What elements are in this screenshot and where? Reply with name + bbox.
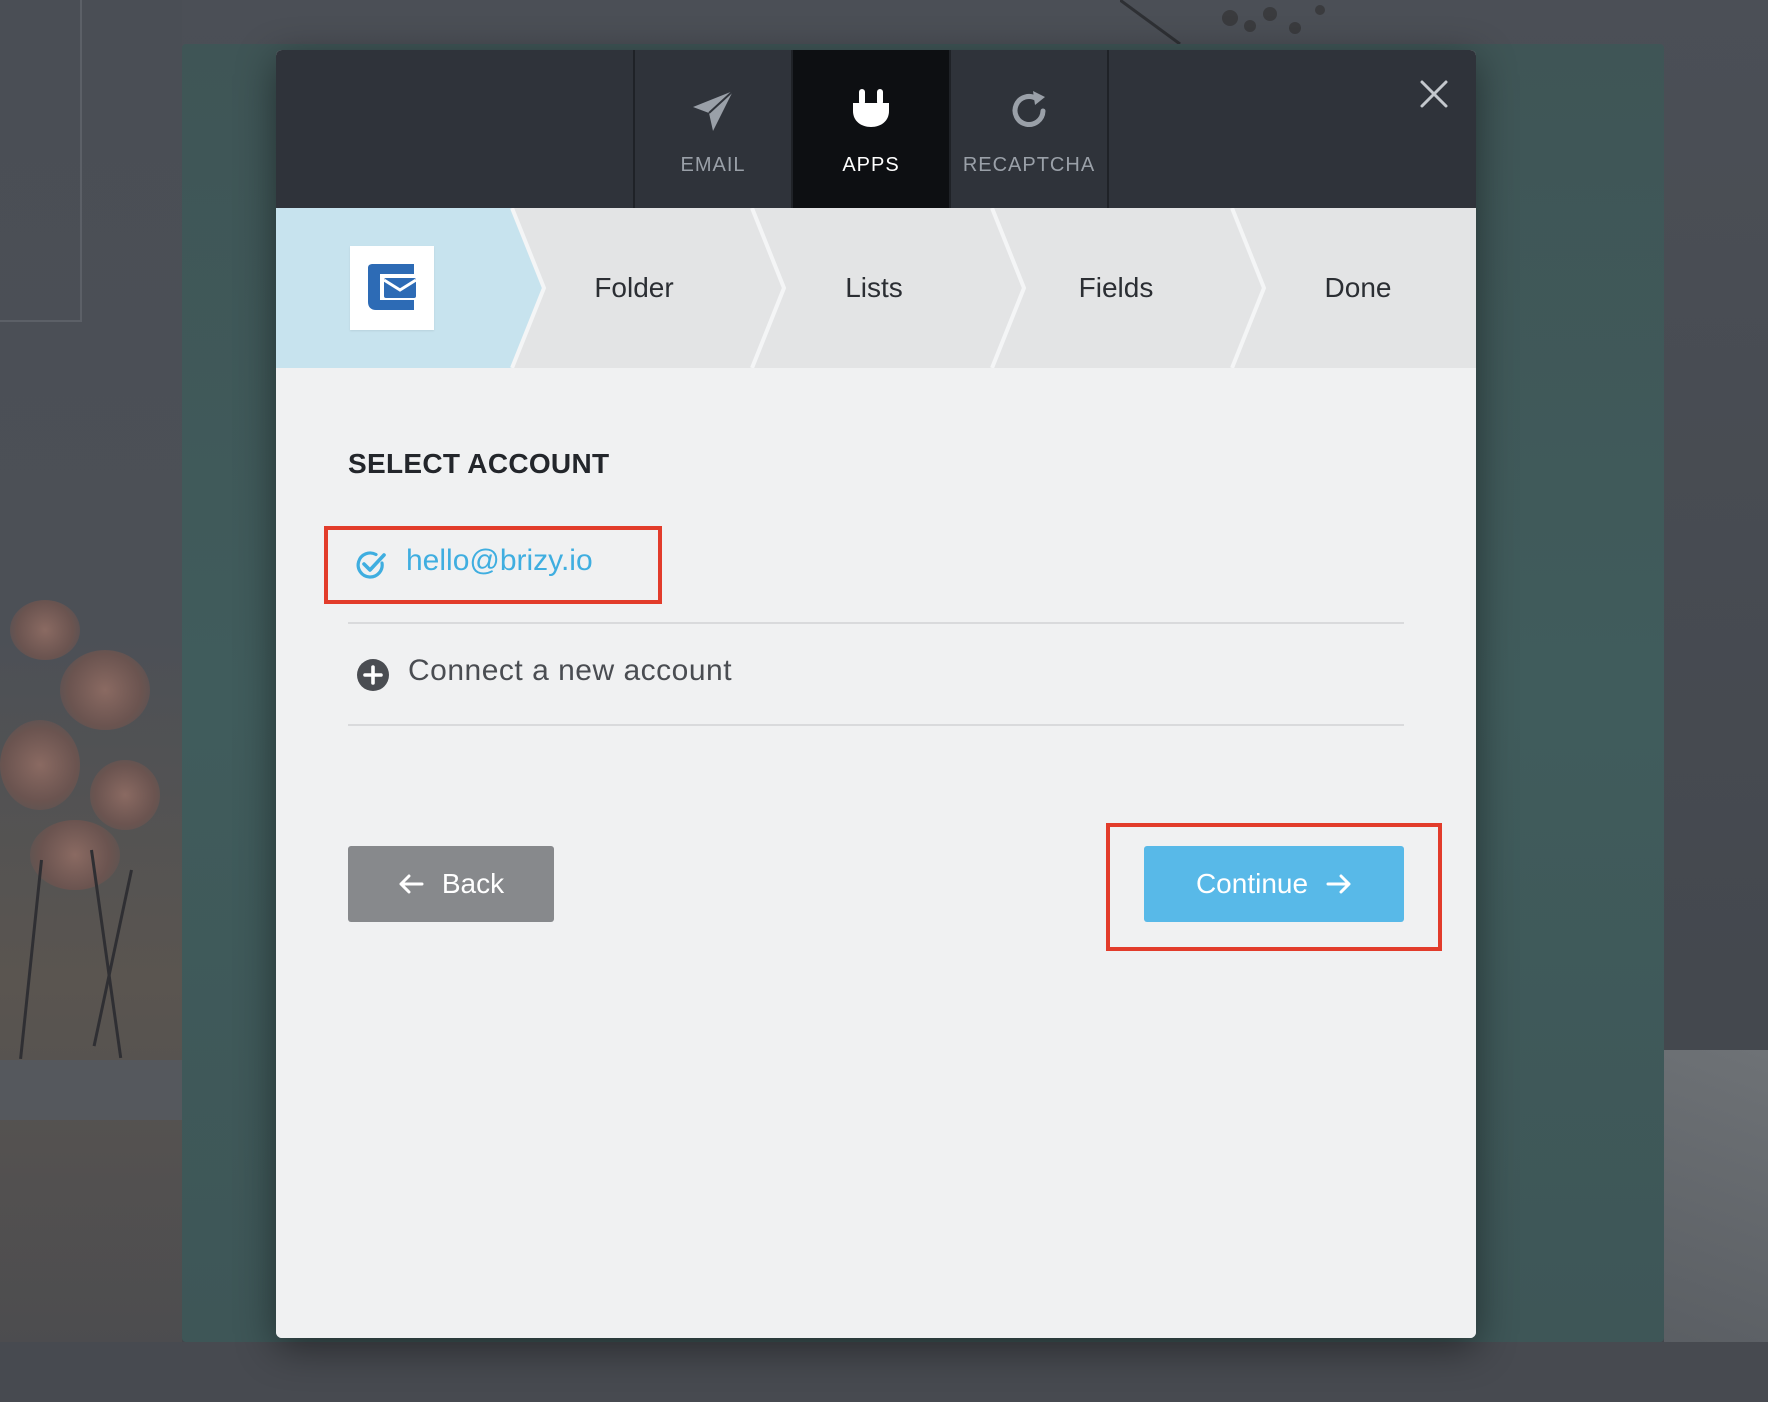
backdrop-bottom-bar (0, 1342, 1768, 1402)
paper-plane-icon (690, 88, 736, 134)
tab-label: APPS (842, 154, 900, 176)
tab-email[interactable]: EMAIL (635, 50, 793, 208)
connect-label: Connect a new account (408, 654, 733, 687)
refresh-icon (1006, 88, 1052, 134)
backdrop-shelf (0, 1060, 182, 1120)
backdrop-flower (60, 650, 150, 730)
tab-recaptcha[interactable]: RECAPTCHA (951, 50, 1109, 208)
modal-topbar: EMAIL APPS RECAPTCHA (276, 50, 1476, 208)
backdrop-flower (10, 600, 80, 660)
backdrop-stem (19, 859, 43, 1060)
modal-content: SELECT ACCOUNT hello@brizy.io Connect a … (276, 368, 1476, 1338)
tab-label: EMAIL (680, 154, 746, 176)
close-button[interactable] (1414, 74, 1454, 114)
backdrop-flower (30, 820, 120, 890)
arrow-right-icon (1326, 873, 1352, 895)
back-button[interactable]: Back (348, 846, 554, 922)
continue-button[interactable]: Continue (1144, 846, 1404, 922)
plus-circle-icon (357, 659, 389, 691)
tab-apps[interactable]: APPS (793, 50, 951, 208)
section-title: SELECT ACCOUNT (348, 448, 610, 479)
account-email[interactable]: hello@brizy.io (406, 544, 593, 578)
check-circle-icon (356, 551, 386, 579)
integration-modal: EMAIL APPS RECAPTCHA Folder Lists Fields… (276, 50, 1476, 1338)
account-item[interactable]: hello@brizy.io (324, 520, 1404, 624)
continue-button-label: Continue (1195, 868, 1309, 899)
backdrop-flower (0, 720, 80, 810)
step-fields[interactable]: Fields (1016, 268, 1216, 308)
backdrop-stem (90, 849, 123, 1059)
backdrop-right-panel (1664, 1050, 1768, 1350)
modal-tabs: EMAIL APPS RECAPTCHA (633, 50, 1109, 208)
back-button-label: Back (441, 868, 505, 899)
tab-label: RECAPTCHA (962, 154, 1096, 176)
connect-new-account[interactable]: Connect a new account (348, 624, 1404, 726)
plug-icon (848, 88, 894, 134)
step-lists[interactable]: Lists (774, 268, 974, 308)
progress-stepper: Folder Lists Fields Done (276, 208, 1476, 368)
step-app-logo[interactable] (350, 246, 434, 330)
backdrop-frame (0, 0, 82, 322)
step-folder[interactable]: Folder (534, 268, 734, 308)
arrow-left-icon (398, 873, 424, 895)
email-service-logo-icon (368, 264, 417, 310)
backdrop-branch (1120, 0, 1325, 44)
close-icon (1420, 80, 1448, 108)
backdrop-left-panel (0, 0, 182, 1402)
backdrop-flower (90, 760, 160, 830)
step-done[interactable]: Done (1258, 268, 1458, 308)
